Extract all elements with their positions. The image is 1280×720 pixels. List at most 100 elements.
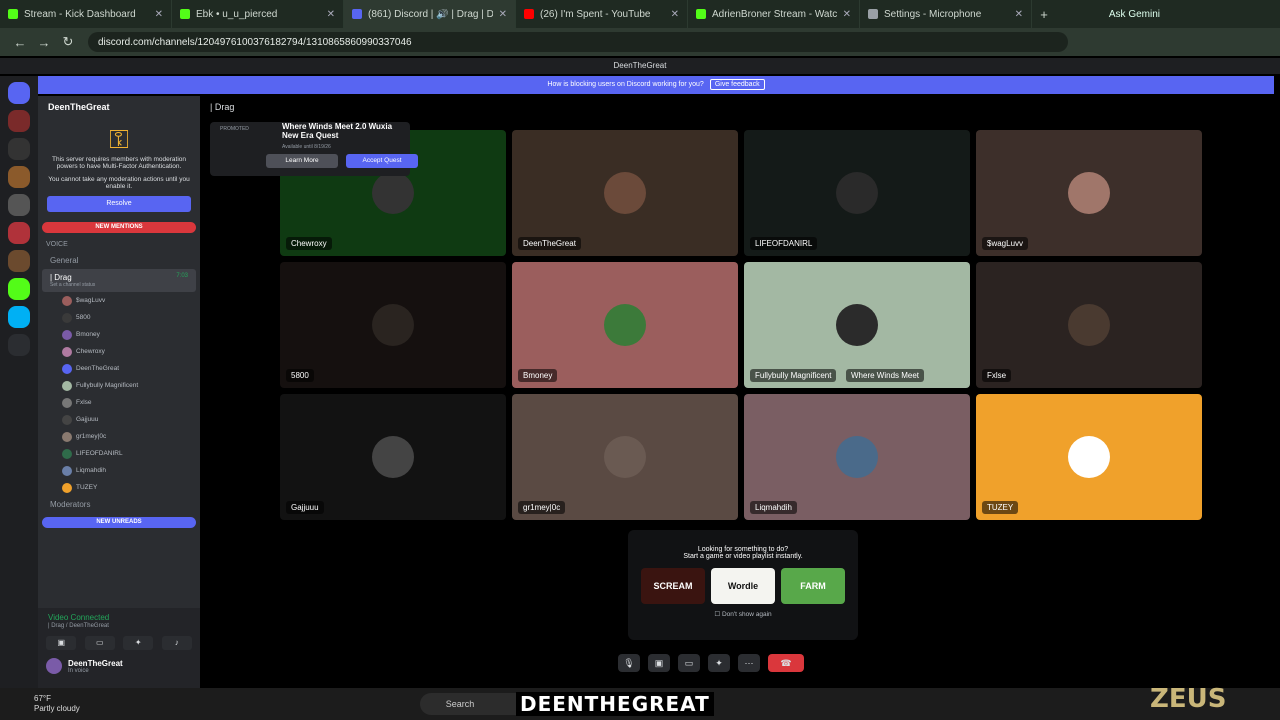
server-icon[interactable]: [8, 306, 30, 328]
member-item[interactable]: Fxlse: [38, 394, 200, 411]
server-name[interactable]: DeenTheGreat: [38, 96, 200, 118]
member-item[interactable]: LIFEOFDANIRL: [38, 445, 200, 462]
weather-widget[interactable]: 67°F Partly cloudy: [0, 694, 90, 714]
soundboard-button[interactable]: ♪: [161, 636, 192, 650]
server-icon[interactable]: [8, 250, 30, 272]
member-item[interactable]: Gajjuuu: [38, 411, 200, 428]
activities-icon[interactable]: ✦: [708, 654, 730, 672]
disconnect-button[interactable]: ☎: [768, 654, 804, 672]
member-item[interactable]: Chewroxy: [38, 343, 200, 360]
camera-icon[interactable]: ▣: [648, 654, 670, 672]
close-icon[interactable]: ✕: [1015, 9, 1023, 20]
avatar: [62, 414, 72, 425]
tab-youtube[interactable]: (26) I'm Spent - YouTube ✕: [516, 0, 688, 28]
camera-button[interactable]: ▣: [46, 636, 77, 650]
video-tile[interactable]: Fxlse: [976, 262, 1202, 388]
server-icon[interactable]: [8, 194, 30, 216]
video-tile[interactable]: gr1mey|0c: [512, 394, 738, 520]
member-item[interactable]: gr1mey|0c: [38, 428, 200, 445]
reload-icon[interactable]: ↻: [56, 34, 80, 50]
voice-category[interactable]: VOICE: [38, 237, 200, 252]
tab-discord[interactable]: (861) Discord | 🔊 | Drag | D ✕: [344, 0, 516, 28]
new-mentions-pill[interactable]: NEW MENTIONS: [42, 222, 196, 233]
channel-general[interactable]: General: [38, 252, 200, 269]
ask-gemini-button[interactable]: Ask Gemini: [1109, 9, 1160, 20]
tab-ebk[interactable]: Ebk • u_u_pierced ✕: [172, 0, 344, 28]
server-icon[interactable]: [8, 278, 30, 300]
tab-kick-dashboard[interactable]: Stream - Kick Dashboard ✕: [0, 0, 172, 28]
close-icon[interactable]: ✕: [843, 9, 851, 20]
video-tile[interactable]: $wagLuvv: [976, 130, 1202, 256]
member-item[interactable]: TUZEY: [38, 479, 200, 496]
close-icon[interactable]: ✕: [327, 9, 335, 20]
add-server-icon[interactable]: [8, 334, 30, 356]
user-panel[interactable]: DeenTheGreat In voice: [38, 656, 200, 676]
server-icon[interactable]: [8, 166, 30, 188]
call-stage: | Drag Chewroxy DeenTheGreat LIFEOFDANIRL $…: [200, 96, 1280, 688]
tab-adrienbroner[interactable]: AdrienBroner Stream - Watch L✕: [688, 0, 860, 28]
video-tile[interactable]: TUZEY: [976, 394, 1202, 520]
server-icon[interactable]: [8, 138, 30, 160]
avatar: [62, 431, 72, 442]
channel-drag[interactable]: | Drag 7:03 Set a channel status: [42, 269, 196, 292]
avatar: [1068, 172, 1110, 214]
gear-icon: [868, 9, 878, 19]
video-tile[interactable]: Gajjuuu: [280, 394, 506, 520]
server-icon[interactable]: [8, 222, 30, 244]
resolve-button[interactable]: Resolve: [47, 196, 191, 212]
forward-icon[interactable]: →: [32, 35, 56, 50]
activities-button[interactable]: ✦: [123, 636, 154, 650]
game-farm[interactable]: FARM: [781, 568, 845, 604]
tile-name-label: $wagLuvv: [982, 237, 1029, 250]
avatar: [46, 658, 62, 674]
zeus-watermark: ZEUS: [1150, 684, 1227, 714]
server-icon[interactable]: [8, 110, 30, 132]
video-tile[interactable]: Fullybully Magnificent Where Winds Meet: [744, 262, 970, 388]
video-tile[interactable]: LIFEOFDANIRL: [744, 130, 970, 256]
tile-name-label: LIFEOFDANIRL: [750, 237, 818, 250]
member-item[interactable]: Fullybully Magnificent: [38, 377, 200, 394]
accept-quest-button[interactable]: Accept Quest: [346, 154, 418, 168]
avatar: [62, 448, 72, 459]
dont-show-checkbox[interactable]: ☐ Don't show again: [628, 610, 858, 618]
avatar: [62, 363, 72, 374]
more-icon[interactable]: ⋯: [738, 654, 760, 672]
new-unreads-pill[interactable]: NEW UNREADS: [42, 517, 196, 528]
voice-panel: Video Connected | Drag / DeenTheGreat ▣ …: [38, 608, 200, 688]
call-controls: 🎙 ▣ ▭ ✦ ⋯ ☎: [618, 650, 848, 676]
member-item[interactable]: Bmoney: [38, 326, 200, 343]
url-input[interactable]: discord.com/channels/1204976100376182794…: [88, 32, 1068, 52]
game-scream[interactable]: SCREAM: [641, 568, 705, 604]
screen-share-icon[interactable]: ▭: [678, 654, 700, 672]
video-tile[interactable]: DeenTheGreat: [512, 130, 738, 256]
tile-name-label: Liqmahdih: [750, 501, 797, 514]
give-feedback-button[interactable]: Give feedback: [709, 79, 765, 90]
video-connected-label[interactable]: Video Connected: [38, 608, 200, 622]
server-rail: [0, 76, 38, 688]
tab-settings[interactable]: Settings - Microphone ✕: [860, 0, 1032, 28]
member-item[interactable]: $wagLuvv: [38, 292, 200, 309]
learn-more-button[interactable]: Learn More: [266, 154, 338, 168]
avatar: [62, 482, 72, 493]
avatar: [62, 397, 72, 408]
avatar: [836, 304, 878, 346]
new-tab-button[interactable]: +: [1032, 7, 1056, 22]
video-tile[interactable]: Liqmahdih: [744, 394, 970, 520]
tile-name-label: Gajjuuu: [286, 501, 324, 514]
member-item[interactable]: DeenTheGreat: [38, 360, 200, 377]
microphone-icon[interactable]: 🎙: [618, 654, 640, 672]
channel-moderators[interactable]: Moderators: [38, 496, 200, 513]
close-icon[interactable]: ✕: [671, 9, 679, 20]
video-tile[interactable]: Bmoney: [512, 262, 738, 388]
discord-app: DeenTheGreat How is blocking users on Di…: [0, 58, 1280, 688]
home-icon[interactable]: [8, 82, 30, 104]
close-icon[interactable]: ✕: [499, 9, 507, 20]
close-icon[interactable]: ✕: [155, 9, 163, 20]
screen-share-button[interactable]: ▭: [84, 636, 115, 650]
video-tile[interactable]: 5800: [280, 262, 506, 388]
member-item[interactable]: 5800: [38, 309, 200, 326]
tile-name-label: 5800: [286, 369, 314, 382]
back-icon[interactable]: ←: [8, 35, 32, 50]
member-item[interactable]: Liqmahdih: [38, 462, 200, 479]
game-wordle[interactable]: Wordle: [711, 568, 775, 604]
